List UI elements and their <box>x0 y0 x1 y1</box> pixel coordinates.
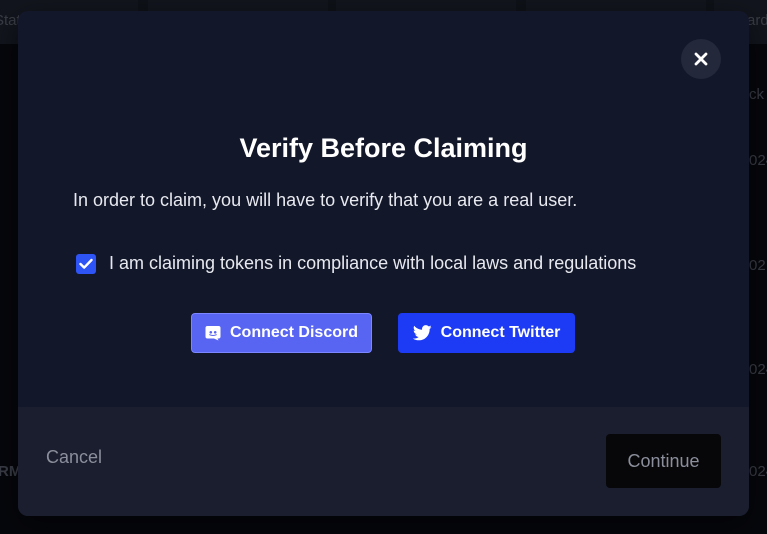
modal-title: Verify Before Claiming <box>239 133 528 163</box>
cancel-button[interactable]: Cancel <box>46 447 102 468</box>
connect-discord-button[interactable]: Connect Discord <box>191 313 372 353</box>
checkmark-icon <box>79 258 93 269</box>
compliance-label[interactable]: I am claiming tokens in compliance with … <box>109 253 636 274</box>
close-icon <box>694 52 708 66</box>
modal-description: In order to claim, you will have to veri… <box>73 190 578 210</box>
connect-discord-label: Connect Discord <box>229 324 358 341</box>
connect-twitter-button[interactable]: Connect Twitter <box>398 313 575 353</box>
discord-icon <box>205 325 221 341</box>
close-button[interactable] <box>681 39 721 79</box>
verify-modal: Verify Before Claiming In order to claim… <box>18 11 749 516</box>
compliance-checkbox-row: I am claiming tokens in compliance with … <box>76 253 636 274</box>
modal-footer: Cancel Continue <box>18 407 749 516</box>
compliance-checkbox[interactable] <box>76 253 96 274</box>
twitter-icon <box>412 325 432 341</box>
connect-twitter-label: Connect Twitter <box>440 324 561 341</box>
continue-button[interactable]: Continue <box>606 434 721 488</box>
